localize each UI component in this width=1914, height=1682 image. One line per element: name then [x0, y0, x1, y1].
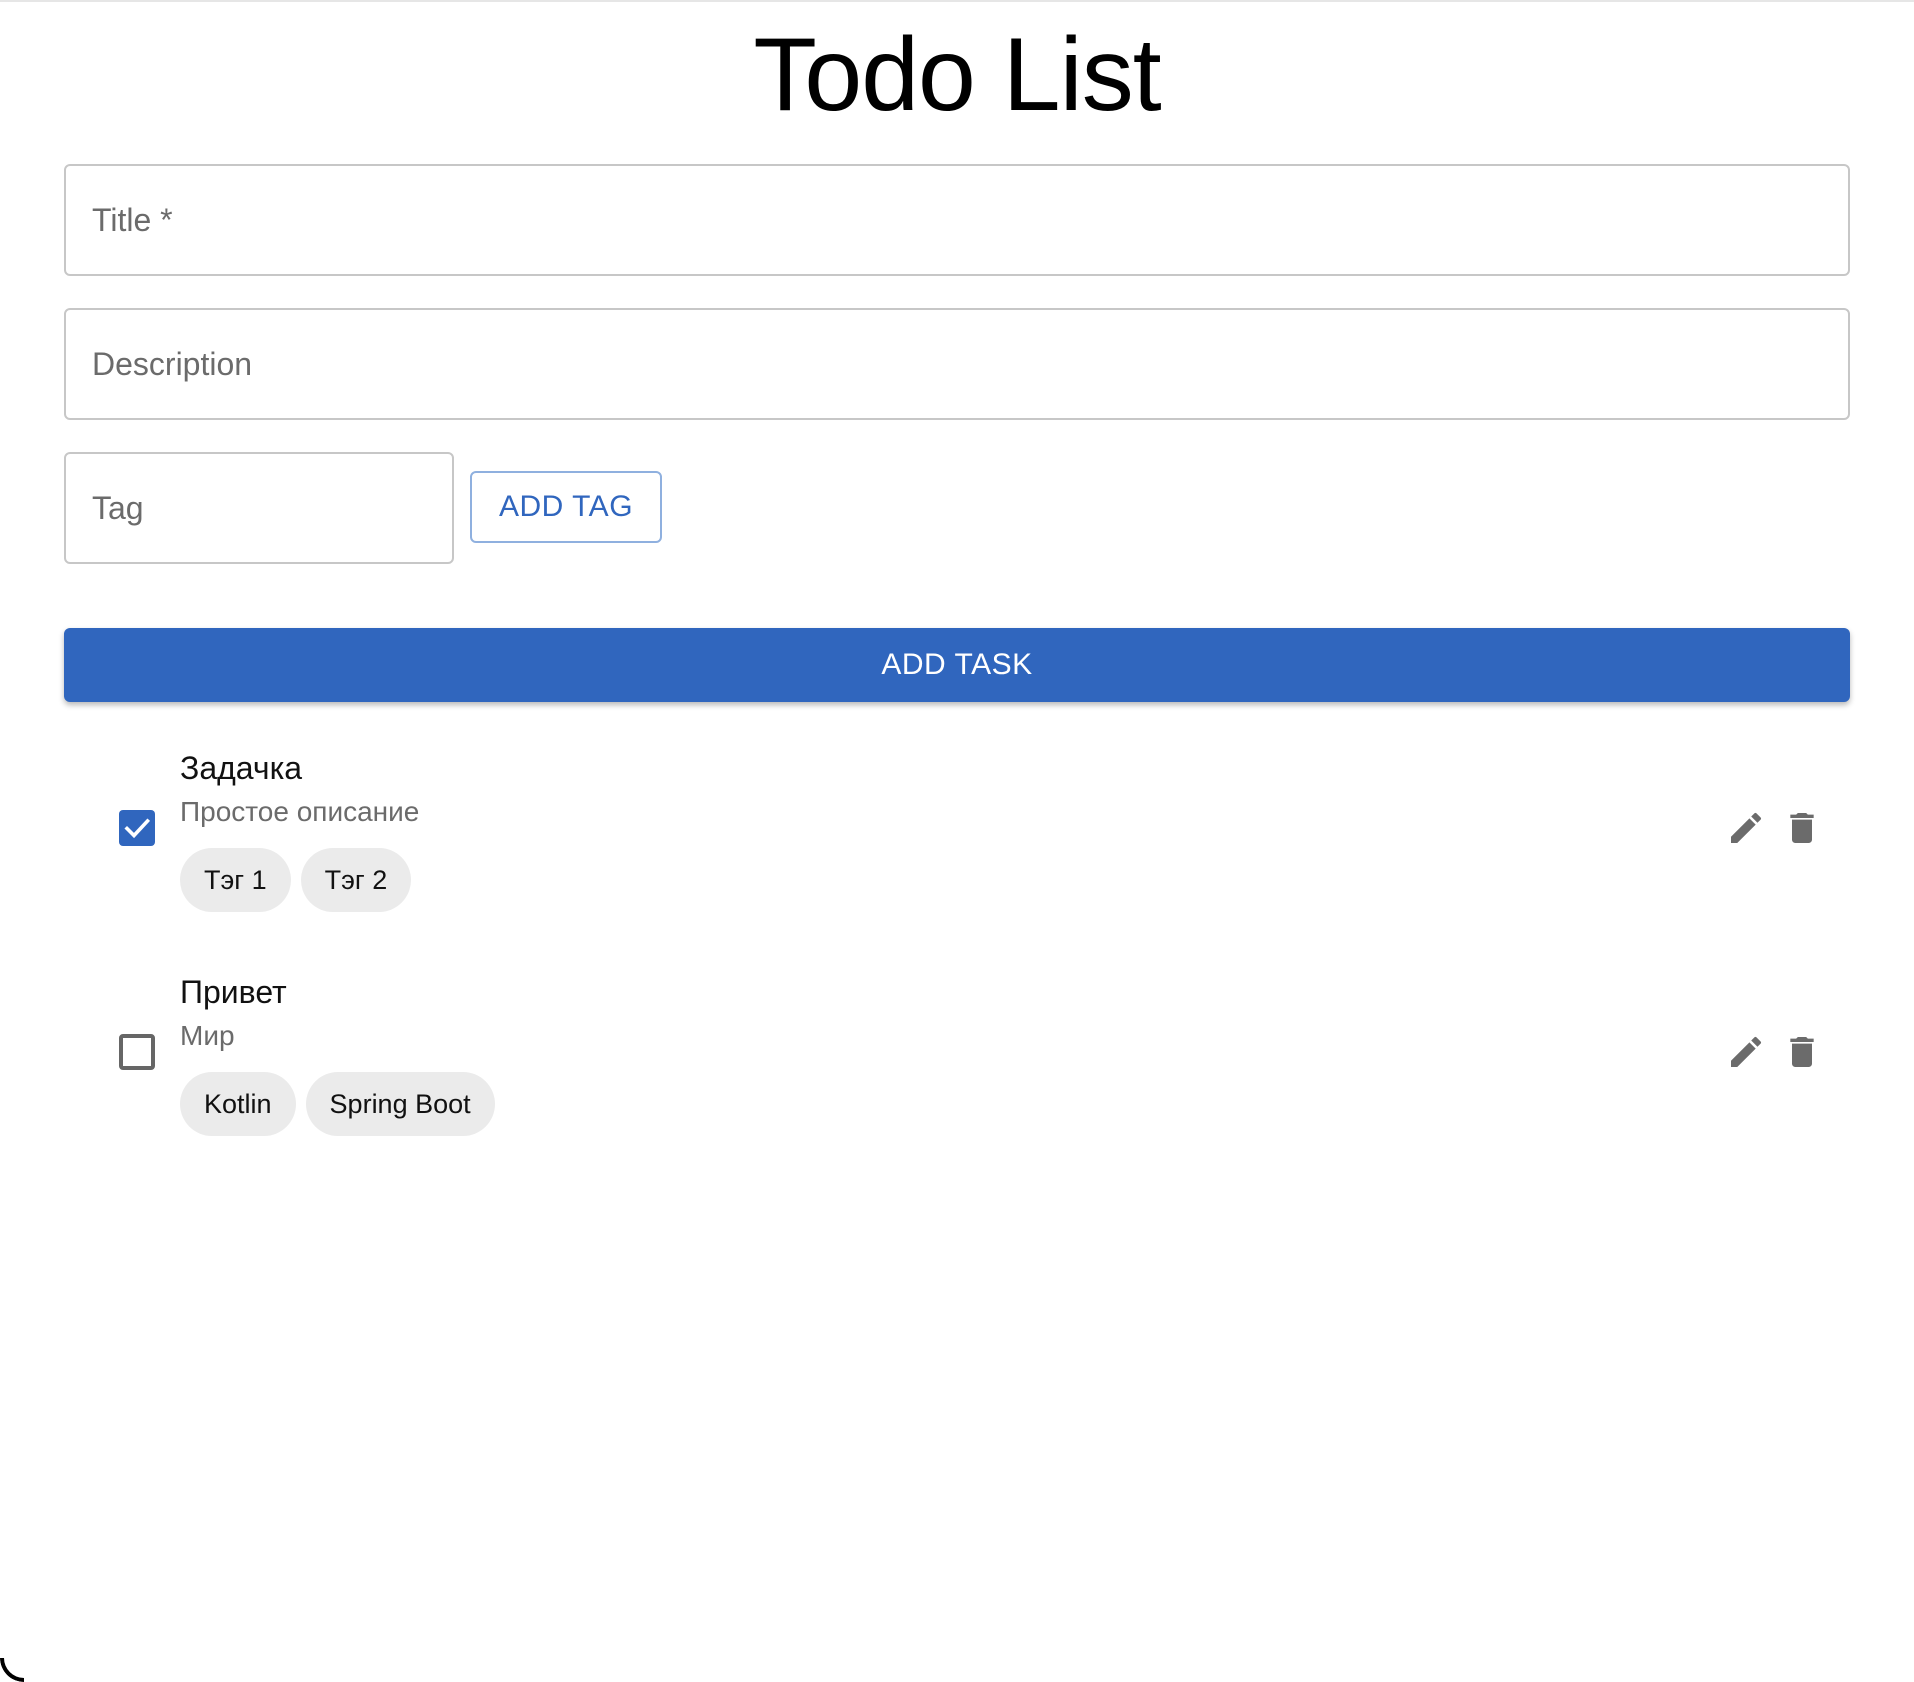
todo-description: Простое описание — [180, 796, 420, 827]
checkbox-unchecked-icon[interactable] — [119, 1034, 155, 1070]
description-input[interactable] — [92, 310, 1848, 418]
tag-chip[interactable]: Kotlin — [180, 1072, 296, 1136]
tag-chip[interactable]: Тэг 2 — [300, 848, 412, 912]
title-field-container — [64, 164, 1850, 276]
window-corner — [0, 1658, 24, 1682]
tag-chips: Kotlin Spring Boot — [180, 1072, 495, 1136]
todo-item: Задачка Простое описание Тэг 1 Тэг 2 — [64, 744, 1850, 944]
page-title: Todo List — [753, 17, 1161, 133]
pencil-icon[interactable] — [1724, 806, 1768, 850]
add-task-button[interactable]: ADD TASK — [64, 628, 1850, 702]
title-input[interactable] — [92, 166, 1848, 274]
trash-icon[interactable] — [1780, 1030, 1824, 1074]
tag-chip[interactable]: Тэг 1 — [180, 848, 291, 912]
description-field-container — [64, 308, 1850, 420]
trash-icon[interactable] — [1780, 806, 1824, 850]
todo-page: Todo List ADD TAG ADD TASK Задачка Прост… — [0, 0, 1914, 1682]
tag-chip[interactable]: Spring Boot — [305, 1072, 495, 1136]
pencil-icon[interactable] — [1724, 1030, 1768, 1074]
todo-description: Мир — [180, 1020, 235, 1051]
checkbox-checked-icon[interactable] — [119, 810, 155, 846]
tag-chips: Тэг 1 Тэг 2 — [180, 848, 412, 912]
todo-title: Привет — [180, 974, 287, 1010]
todo-title: Задачка — [180, 750, 303, 786]
add-tag-button[interactable]: ADD TAG — [470, 471, 662, 543]
tag-input[interactable] — [92, 454, 452, 562]
tag-field-container — [64, 452, 454, 564]
todo-item: Привет Мир Kotlin Spring Boot — [64, 968, 1850, 1168]
